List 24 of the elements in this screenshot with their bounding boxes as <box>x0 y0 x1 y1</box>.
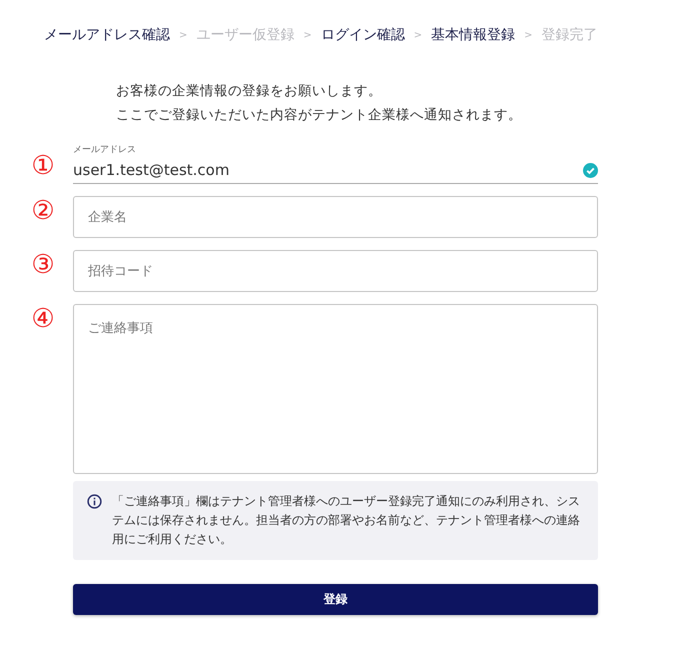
number-marker: ③ <box>30 250 56 280</box>
step-separator: > <box>303 30 312 40</box>
intro-text: ここでご登録いただいた内容がテナント企業様へ通知されます。 <box>116 106 523 125</box>
step-label: ログイン確認 <box>320 26 405 44</box>
email-input[interactable]: user1.test@test.com <box>73 161 543 179</box>
step-label: ユーザー仮登録 <box>196 26 294 44</box>
step-label: 基本情報登録 <box>431 26 516 44</box>
step-separator: > <box>179 30 188 40</box>
text-field[interactable]: 招待コード <box>73 250 598 292</box>
email-field[interactable]: メールアドレス user1.test@test.com <box>73 143 598 184</box>
message-field[interactable]: ご連絡事項 <box>73 304 598 474</box>
text-field[interactable]: 企業名 <box>73 196 598 238</box>
number-marker: ④ <box>30 304 56 334</box>
step-separator: > <box>414 30 422 40</box>
notice-text: 「ご連絡事項」欄はテナント管理者様へのユーザー登録完了通知にのみ利用され、システムには保存されません。担当者の方の部署やお名前など、テナント管理者様への連絡用にご利用ください。 <box>112 493 581 548</box>
number-marker: ② <box>30 196 56 226</box>
info-icon <box>87 494 102 509</box>
submit-button[interactable]: 登録 <box>73 584 598 615</box>
step-separator: > <box>524 30 533 40</box>
step-label: 登録完了 <box>542 26 598 44</box>
number-marker: ① <box>30 151 56 181</box>
intro-text: お客様の企業情報の登録をお願いします。 <box>116 82 383 101</box>
field-label: メールアドレス <box>73 144 137 156</box>
step-label: メールアドレス確認 <box>44 26 170 44</box>
